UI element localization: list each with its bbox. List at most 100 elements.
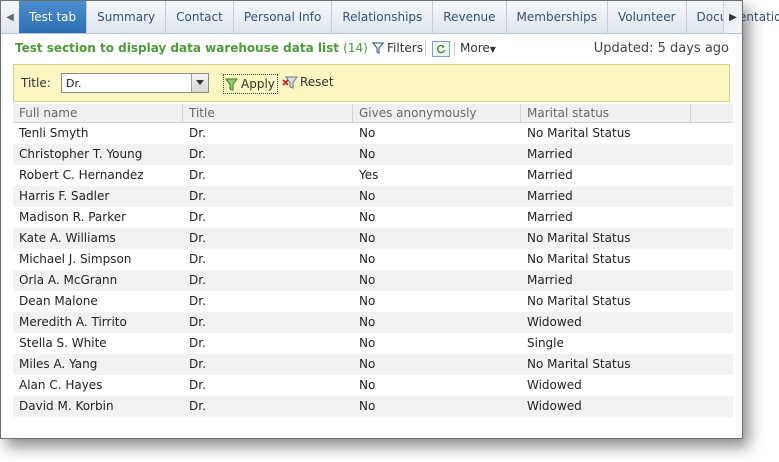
title-filter-label: Title:	[21, 76, 51, 90]
caret-down-icon: ▼	[489, 45, 496, 54]
refresh-icon[interactable]	[432, 41, 450, 57]
cell-title: Dr.	[189, 357, 206, 371]
toolbar-divider	[425, 42, 426, 56]
cell-gives-anonymously: No	[359, 294, 376, 308]
cell-full-name: Kate A. Williams	[19, 231, 116, 245]
more-button[interactable]: More▼	[460, 41, 496, 55]
cell-title: Dr.	[189, 147, 206, 161]
tab-contact[interactable]: Contact	[166, 1, 234, 33]
cell-title: Dr.	[189, 399, 206, 413]
cell-full-name: Orla A. McGrann	[19, 273, 118, 287]
title-filter-select[interactable]: Dr.	[61, 73, 209, 93]
cell-full-name: Harris F. Sadler	[19, 189, 110, 203]
cell-title: Dr.	[189, 378, 206, 392]
scroll-right-icon[interactable]: ▶	[723, 1, 742, 33]
apply-label: Apply	[241, 77, 275, 91]
cell-gives-anonymously: No	[359, 273, 376, 287]
table-row[interactable]: Orla A. McGrann Dr. No Married	[13, 270, 733, 291]
section-title-text: Test section to display data warehouse d…	[15, 41, 339, 55]
cell-marital-status: No Marital Status	[527, 126, 631, 140]
cell-full-name: Michael J. Simpson	[19, 252, 132, 266]
cell-full-name: Miles A. Yang	[19, 357, 98, 371]
cell-marital-status: Widowed	[527, 399, 582, 413]
table-row[interactable]: Miles A. Yang Dr. No No Marital Status	[13, 354, 733, 375]
grid-header: Full name Title Gives anonymously Marita…	[13, 104, 733, 123]
table-row[interactable]: Dean Malone Dr. No No Marital Status	[13, 291, 733, 312]
data-list-grid: Full name Title Gives anonymously Marita…	[13, 104, 733, 417]
cell-marital-status: No Marital Status	[527, 357, 631, 371]
cell-title: Dr.	[189, 189, 206, 203]
cell-gives-anonymously: No	[359, 147, 376, 161]
tab-bar: ◀ Test tab Summary Contact Personal Info…	[1, 1, 779, 34]
filters-label: Filters	[387, 41, 423, 55]
table-row[interactable]: Alan C. Hayes Dr. No Widowed	[13, 375, 733, 396]
cell-full-name: Alan C. Hayes	[19, 378, 103, 392]
cell-title: Dr.	[189, 336, 206, 350]
tab-relationships[interactable]: Relationships	[332, 1, 434, 33]
scroll-left-icon[interactable]: ◀	[1, 1, 20, 33]
filter-bar: Title: Dr. Apply Reset	[13, 64, 730, 102]
cell-title: Dr.	[189, 273, 206, 287]
more-label: More	[460, 41, 490, 55]
cell-marital-status: Married	[527, 210, 573, 224]
tab-personal-info[interactable]: Personal Info	[234, 1, 333, 33]
tab-test-tab[interactable]: Test tab	[19, 1, 88, 33]
tab-revenue[interactable]: Revenue	[433, 1, 507, 33]
reset-button[interactable]: Reset	[282, 75, 334, 89]
tab-summary[interactable]: Summary	[87, 1, 167, 33]
cell-gives-anonymously: No	[359, 231, 376, 245]
table-row[interactable]: Michael J. Simpson Dr. No No Marital Status	[13, 249, 733, 270]
cell-gives-anonymously: No	[359, 315, 376, 329]
cell-marital-status: Single	[527, 336, 564, 350]
column-header-spacer	[691, 104, 733, 122]
tab-volunteer[interactable]: Volunteer	[608, 1, 687, 33]
cell-full-name: Stella S. White	[19, 336, 107, 350]
cell-title: Dr.	[189, 252, 206, 266]
table-row[interactable]: Robert C. Hernandez Dr. Yes Married	[13, 165, 733, 186]
filter-icon	[372, 42, 384, 54]
cell-marital-status: No Marital Status	[527, 252, 631, 266]
cell-gives-anonymously: No	[359, 189, 376, 203]
section-title: Test section to display data warehouse d…	[15, 41, 368, 55]
cell-marital-status: No Marital Status	[527, 231, 631, 245]
column-header-gives-anonymously[interactable]: Gives anonymously	[353, 104, 521, 122]
cell-full-name: Madison R. Parker	[19, 210, 127, 224]
cell-full-name: Christopher T. Young	[19, 147, 143, 161]
cell-title: Dr.	[189, 231, 206, 245]
cell-gives-anonymously: No	[359, 378, 376, 392]
table-row[interactable]: David M. Korbin Dr. No Widowed	[13, 396, 733, 417]
apply-button[interactable]: Apply	[223, 74, 278, 94]
cell-full-name: Robert C. Hernandez	[19, 168, 144, 182]
table-row[interactable]: Kate A. Williams Dr. No No Marital Status	[13, 228, 733, 249]
table-row[interactable]: Christopher T. Young Dr. No Married	[13, 144, 733, 165]
window-frame: ◀ Test tab Summary Contact Personal Info…	[0, 0, 779, 439]
cell-title: Dr.	[189, 294, 206, 308]
table-row[interactable]: Harris F. Sadler Dr. No Married	[13, 186, 733, 207]
table-row[interactable]: Stella S. White Dr. No Single	[13, 333, 733, 354]
cell-title: Dr.	[189, 126, 206, 140]
cell-gives-anonymously: No	[359, 126, 376, 140]
cell-marital-status: No Marital Status	[527, 294, 631, 308]
chevron-down-icon[interactable]	[191, 74, 208, 92]
column-header-marital-status[interactable]: Marital status	[521, 104, 691, 122]
cell-gives-anonymously: No	[359, 252, 376, 266]
section-header: Test section to display data warehouse d…	[15, 41, 729, 59]
cell-full-name: Dean Malone	[19, 294, 98, 308]
cell-gives-anonymously: Yes	[359, 168, 379, 182]
updated-timestamp: Updated: 5 days ago	[593, 41, 729, 56]
toolbar-divider	[454, 42, 455, 56]
column-header-title[interactable]: Title	[183, 104, 353, 122]
table-row[interactable]: Madison R. Parker Dr. No Married	[13, 207, 733, 228]
cell-gives-anonymously: No	[359, 399, 376, 413]
filters-button[interactable]: Filters	[372, 41, 423, 55]
tab-list: Test tab Summary Contact Personal Info R…	[19, 1, 779, 33]
column-header-full-name[interactable]: Full name	[13, 104, 183, 122]
cell-gives-anonymously: No	[359, 357, 376, 371]
cell-marital-status: Married	[527, 273, 573, 287]
cell-full-name: Meredith A. Tirrito	[19, 315, 127, 329]
grid-body: Tenli Smyth Dr. No No Marital Status Christo…	[13, 123, 733, 417]
table-row[interactable]: Tenli Smyth Dr. No No Marital Status	[13, 123, 733, 144]
table-row[interactable]: Meredith A. Tirrito Dr. No Widowed	[13, 312, 733, 333]
tab-memberships[interactable]: Memberships	[507, 1, 608, 33]
record-count: (14)	[343, 41, 368, 55]
